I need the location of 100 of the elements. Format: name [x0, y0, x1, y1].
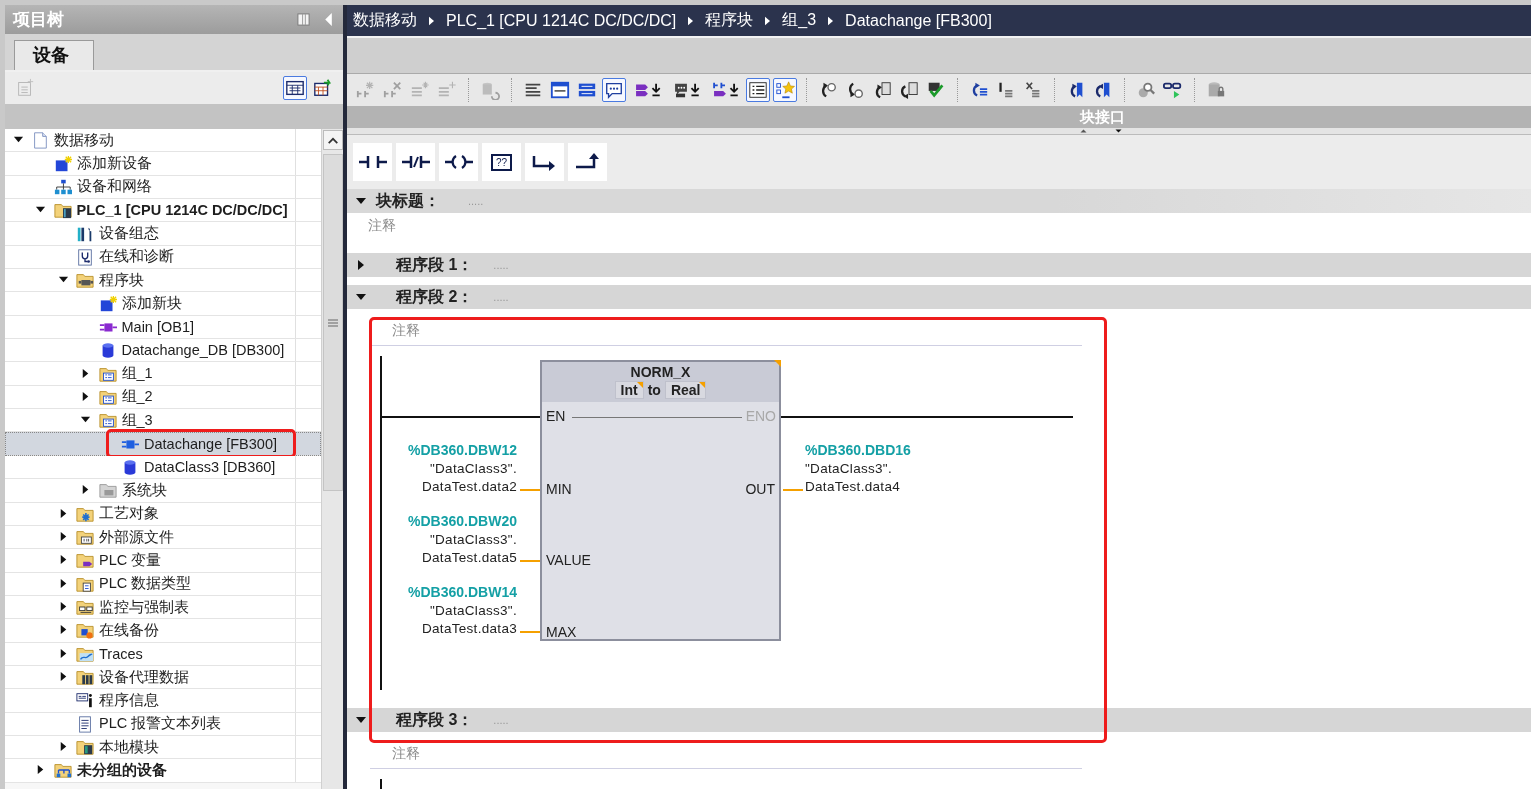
- new-item-icon: [98, 294, 117, 313]
- instruction-name: NORM_X: [630, 364, 691, 380]
- empty-box-button[interactable]: ??: [482, 143, 521, 181]
- tree-item[interactable]: 程序信息: [5, 689, 321, 713]
- comment-field[interactable]: 注释: [392, 322, 420, 340]
- tree-item[interactable]: Datachange_DB [DB300]: [5, 339, 321, 363]
- breadcrumb-item[interactable]: 程序块: [705, 10, 754, 31]
- tree-item[interactable]: Datachange [FB300]: [5, 432, 321, 456]
- pin-label: MIN: [546, 481, 572, 497]
- tree-item[interactable]: 组_1: [5, 362, 321, 386]
- tree-item[interactable]: 本地模块: [5, 735, 321, 760]
- grip-icon: [327, 318, 338, 327]
- corner-marker-icon: [699, 382, 706, 388]
- table-export-icon[interactable]: [313, 78, 333, 98]
- scroll-up-button[interactable]: [322, 130, 343, 150]
- pin-wire: [520, 560, 540, 562]
- folder-icon: [76, 528, 94, 546]
- folder-icon: [53, 761, 72, 780]
- folder-icon: [76, 271, 94, 290]
- tree-item[interactable]: Main [OB1]: [5, 315, 321, 340]
- type-selector[interactable]: Int: [614, 381, 644, 399]
- operand-address: %DB360.DBW20: [407, 513, 517, 529]
- new-item-icon: [53, 154, 72, 173]
- caret-icon[interactable]: [80, 390, 91, 402]
- tree-item[interactable]: Traces: [5, 642, 321, 666]
- list-icon[interactable]: [748, 80, 768, 100]
- diagnostics-icon: [76, 247, 94, 266]
- tree-item[interactable]: 设备和网络: [5, 175, 321, 200]
- speech-bubble-icon[interactable]: [604, 80, 624, 100]
- corner-marker-icon: [774, 360, 781, 367]
- pin-wire: [520, 489, 540, 491]
- type-separator: to: [647, 382, 661, 398]
- tree-item[interactable]: 数据移动: [5, 129, 321, 153]
- tree-item[interactable]: 程序块: [5, 269, 321, 293]
- split-view-icon[interactable]: [297, 12, 310, 27]
- tree-item[interactable]: 组_2: [5, 385, 321, 410]
- chevron-icon: [687, 15, 695, 26]
- coil-icon[interactable]: [443, 152, 474, 172]
- tab[interactable]: 设备: [14, 40, 94, 70]
- folder-icon: [76, 668, 94, 687]
- tree-item[interactable]: 添加新设备: [5, 152, 321, 176]
- tree-item[interactable]: DataClass3 [DB360]: [5, 455, 321, 480]
- network-title: 程序段 2：: [396, 286, 474, 307]
- checkmark-icon[interactable]: [926, 80, 946, 100]
- tree-item[interactable]: 未分组的设备: [5, 759, 321, 783]
- tree-item[interactable]: PLC 变量: [5, 549, 321, 573]
- folder-icon: [53, 201, 72, 220]
- caret-icon: [326, 135, 339, 145]
- folder-icon: [76, 621, 94, 640]
- tree-item[interactable]: 监控与强制表: [5, 595, 321, 620]
- magnifier-icon[interactable]: [1136, 80, 1156, 100]
- pin-label: VALUE: [546, 552, 591, 568]
- folder-icon: [76, 551, 94, 570]
- curved-arrow-icon[interactable]: [899, 80, 919, 100]
- breadcrumb-item[interactable]: 组_3: [782, 10, 817, 31]
- pin-label: ENO: [745, 408, 776, 424]
- info-icon: [76, 691, 94, 710]
- network-title: 程序段 3：: [396, 709, 474, 730]
- caret-icon[interactable]: [80, 367, 91, 379]
- breadcrumb-item[interactable]: Datachange [FB300]: [845, 11, 992, 30]
- comment-field[interactable]: 注释: [392, 745, 420, 763]
- tree-item[interactable]: 组_3: [5, 409, 321, 433]
- breadcrumb-item[interactable]: 数据移动: [353, 10, 417, 31]
- tree-item[interactable]: 外部源文件: [5, 525, 321, 550]
- comment-field[interactable]: 注释: [368, 217, 396, 235]
- operand-symbol[interactable]: "DataClass3". DataTest.data2: [347, 460, 517, 496]
- caret-icon[interactable]: [35, 764, 46, 776]
- tree-item[interactable]: 添加新块: [5, 292, 321, 316]
- corner-marker-icon: [636, 382, 643, 388]
- tree-item[interactable]: 设备组态: [5, 222, 321, 246]
- operand-symbol[interactable]: "DataClass3". DataTest.data3: [347, 602, 517, 638]
- collapse-panel-icon[interactable]: [322, 12, 335, 27]
- table-icon[interactable]: [285, 78, 305, 98]
- folder-icon: [76, 738, 94, 757]
- tree-item[interactable]: 系统块: [5, 479, 321, 503]
- operand-address: %DB360.DBW14: [407, 584, 517, 600]
- panel-icon[interactable]: [550, 80, 570, 100]
- tree-item[interactable]: 设备代理数据: [5, 665, 321, 690]
- page-icon: [31, 131, 49, 150]
- pin-wire: [783, 489, 803, 491]
- pin-wire: [520, 631, 540, 633]
- operand-symbol[interactable]: "DataClass3". DataTest.data5: [347, 531, 517, 567]
- pin-label: OUT: [745, 481, 775, 497]
- function-box[interactable]: NORM_X Int to Real EN ENO MIN VALUE MAX OUT: [540, 360, 781, 641]
- star-icon[interactable]: [775, 80, 795, 100]
- tree-item[interactable]: 工艺对象: [5, 502, 321, 526]
- tree-item[interactable]: PLC_1 [CPU 1214C DC/DC/DC]: [5, 199, 321, 223]
- chevron-icon: [764, 15, 772, 26]
- tree-item[interactable]: PLC 数据类型: [5, 572, 321, 596]
- chevron-icon: [827, 15, 835, 26]
- type-selector[interactable]: Real: [664, 381, 707, 399]
- tree-item[interactable]: PLC 报警文本列表: [5, 712, 321, 736]
- tree-item[interactable]: 在线备份: [5, 619, 321, 643]
- breadcrumb-item[interactable]: PLC_1 [CPU 1214C DC/DC/DC]: [446, 11, 677, 30]
- operand-symbol[interactable]: "DataClass3". DataTest.data4: [805, 460, 975, 496]
- caret-icon[interactable]: [80, 484, 91, 496]
- tree-item[interactable]: 在线和诊断: [5, 245, 321, 270]
- glasses-icon[interactable]: [1163, 80, 1183, 100]
- folder-icon: [98, 481, 117, 500]
- scroll-thumb[interactable]: [322, 154, 343, 491]
